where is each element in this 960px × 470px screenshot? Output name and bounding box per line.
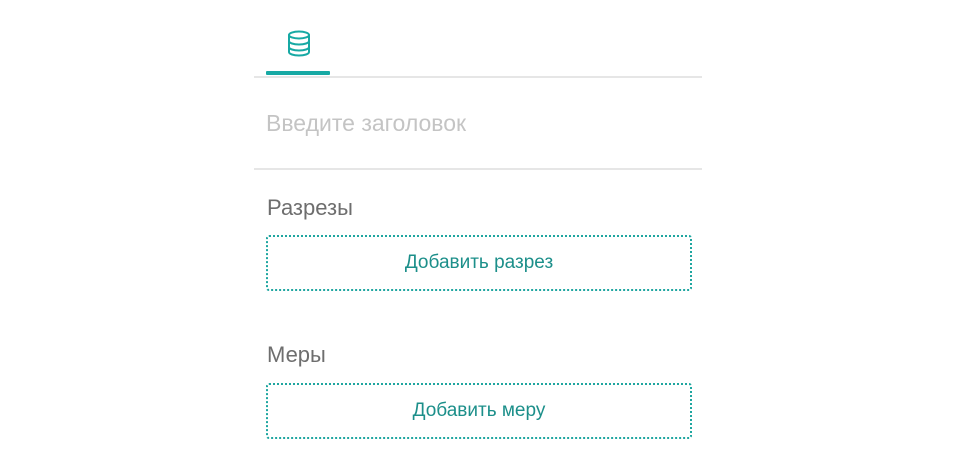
measures-label: Меры <box>267 342 326 367</box>
title-field-container <box>254 78 702 170</box>
title-input[interactable] <box>266 106 686 140</box>
add-measure-button[interactable]: Добавить меру <box>266 383 692 439</box>
active-tab-indicator <box>266 71 330 75</box>
database-icon <box>288 30 310 57</box>
tab-data-source[interactable] <box>266 0 330 76</box>
add-dimension-button[interactable]: Добавить разрез <box>266 235 692 291</box>
dimensions-label: Разрезы <box>267 195 353 220</box>
widget-settings-panel: Разрезы Добавить разрез Меры Добавить ме… <box>254 0 702 470</box>
tab-bar <box>254 0 702 78</box>
